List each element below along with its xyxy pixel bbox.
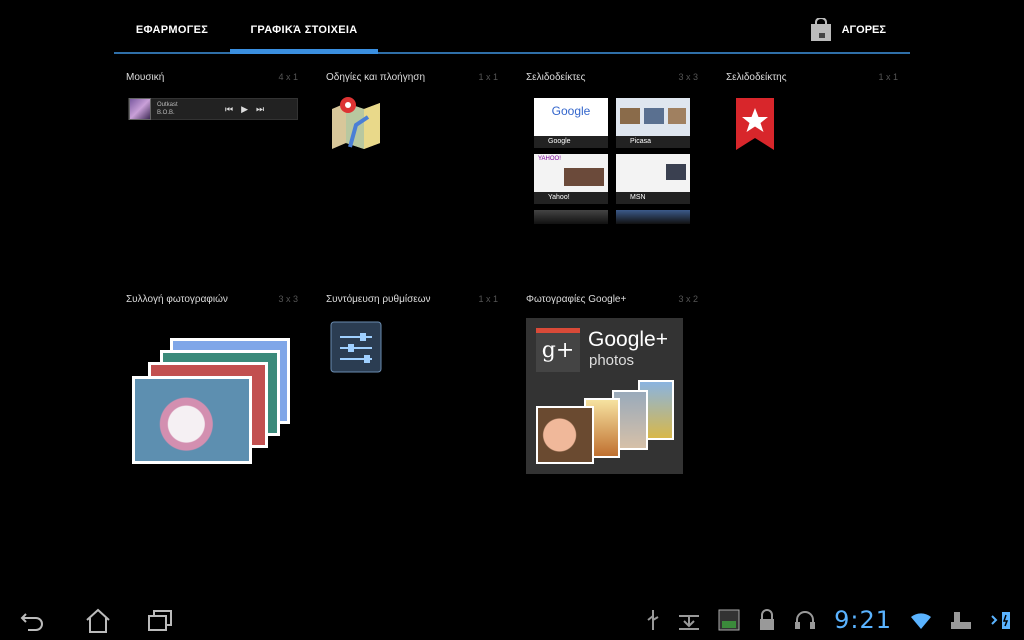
widget-size: 4 x 1 [278, 72, 298, 82]
widget-photo-gallery[interactable]: Συλλογή φωτογραφιών 3 x 3 [126, 294, 310, 310]
recent-apps-icon[interactable] [146, 608, 174, 634]
widget-title: Φωτογραφίες Google+ [526, 294, 627, 305]
tab-widgets-label: ΓΡΑΦΙΚΆ ΣΤΟΙΧΕΙΑ [250, 24, 358, 36]
widget-title: Μουσική [126, 72, 165, 83]
lock-icon [760, 609, 775, 630]
widget-single-bookmark[interactable]: Σελιδοδείκτης 1 x 1 [726, 72, 910, 88]
bookmark-thumb-partial [534, 210, 608, 224]
play-icon: ▶ [241, 103, 249, 114]
widget-title: Οδηγίες και πλοήγηση [326, 72, 426, 83]
bookmark-ribbon-icon [736, 98, 774, 150]
store-label: ΑΓΟΡΕΣ [841, 24, 886, 36]
gplus-sub: photos [589, 352, 635, 369]
widget-title: Συντόμευση ρυθμίσεων [326, 294, 431, 305]
widget-settings-shortcut[interactable]: Συντόμευση ρυθμίσεων 1 x 1 [326, 294, 510, 310]
status-area[interactable]: 9:21 [646, 600, 1024, 640]
widget-size: 3 x 2 [678, 294, 698, 304]
bookmark-thumb-partial [616, 210, 690, 224]
widget-title: Συλλογή φωτογραφιών [126, 294, 228, 305]
keyboard-battery-icon [951, 612, 971, 629]
back-icon[interactable] [18, 608, 46, 634]
home-icon[interactable] [84, 608, 112, 634]
screenshot-icon [718, 609, 740, 631]
widget-size: 1 x 1 [478, 294, 498, 304]
widget-google-plus-photos[interactable]: Φωτογραφίες Google+ 3 x 2 [526, 294, 710, 310]
bookmark-label: Picasa [616, 136, 690, 148]
status-clock: 9:21 [834, 606, 892, 634]
bookmark-label: Google [534, 136, 608, 148]
store-button[interactable]: ΑΓΟΡΕΣ [810, 18, 886, 42]
wifi-icon [911, 613, 931, 629]
widget-tabs-bar: ΕΦΑΡΜΟΓΕΣ ΓΡΑΦΙΚΆ ΣΤΟΙΧΕΙΑ ΑΓΟΡΕΣ [114, 0, 910, 54]
music-widget-preview[interactable]: Outkast B.O.B. ⏮ ▶ ⏭ [128, 98, 298, 120]
bookmark-label: MSN [616, 192, 690, 204]
widget-size: 1 x 1 [478, 72, 498, 82]
widget-title: Σελιδοδείκτες [526, 72, 586, 83]
headphones-icon [795, 611, 816, 629]
bookmark-thumb-msn: MSN [616, 154, 690, 204]
bookmark-label: Yahoo! [534, 192, 608, 204]
widget-size: 1 x 1 [878, 72, 898, 82]
maps-navigation-icon [332, 97, 380, 149]
tab-apps[interactable]: ΕΦΑΡΜΟΓΕΣ [114, 0, 230, 52]
bookmark-thumb-yahoo: YAHOO! Yahoo! [534, 154, 608, 204]
widget-navigation[interactable]: Οδηγίες και πλοήγηση 1 x 1 [326, 72, 510, 88]
bookmark-thumb-google: Google Google [534, 98, 608, 148]
google-plus-logo-icon: g+ [536, 328, 580, 372]
battery-charging-icon [991, 612, 1010, 629]
gplus-brand: Google+ [588, 328, 668, 351]
previous-icon: ⏮ [225, 103, 234, 114]
widget-size: 3 x 3 [678, 72, 698, 82]
bookmark-thumb-picasa: Picasa [616, 98, 690, 148]
settings-sliders-icon [330, 321, 382, 373]
album-art [129, 98, 151, 120]
google-plus-photos-preview: g+ Google+ photos [526, 318, 683, 474]
widget-title: Σελιδοδείκτης [726, 72, 787, 83]
download-tray-icon [679, 615, 700, 630]
widget-music[interactable]: Μουσική 4 x 1 [126, 72, 310, 88]
widget-size: 3 x 3 [278, 294, 298, 304]
usb-icon [647, 610, 659, 630]
music-album: B.O.B. [157, 110, 175, 116]
next-icon: ⏭ [256, 103, 265, 114]
tab-widgets[interactable]: ΓΡΑΦΙΚΆ ΣΤΟΙΧΕΙΑ [230, 0, 378, 54]
music-artist: Outkast [157, 102, 178, 108]
tab-active-indicator [230, 49, 378, 54]
widget-bookmarks[interactable]: Σελιδοδείκτες 3 x 3 [526, 72, 710, 88]
shopping-bag-icon [810, 18, 831, 41]
